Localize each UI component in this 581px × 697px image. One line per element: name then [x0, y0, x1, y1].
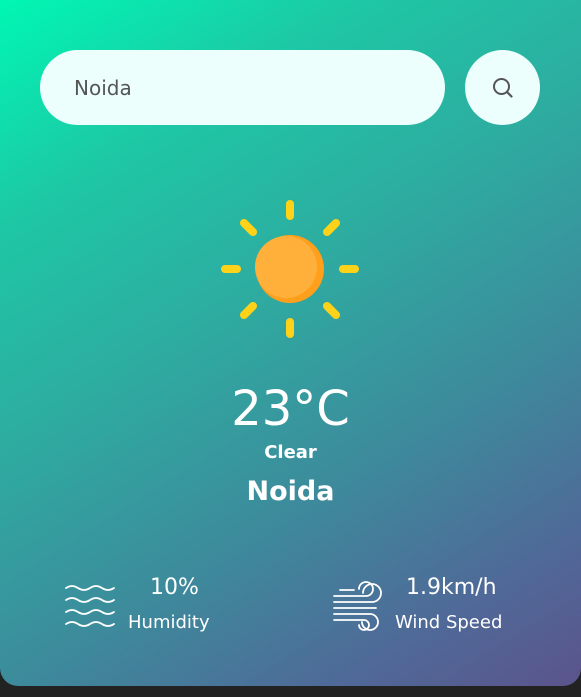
wind-speed-label: Wind Speed	[395, 612, 503, 633]
search-icon	[491, 76, 515, 100]
weather-card: 23°C Clear Noida 10% Humidity	[0, 0, 581, 686]
search-input[interactable]	[72, 74, 416, 101]
humidity-value: 10%	[150, 575, 199, 600]
search-field[interactable]	[40, 50, 445, 125]
wind-icon	[332, 580, 384, 636]
city-name: Noida	[246, 476, 335, 507]
humidity-icon	[64, 584, 116, 632]
temperature: 23°C	[231, 381, 350, 437]
weather-condition: Clear	[264, 442, 317, 463]
search-button[interactable]	[465, 50, 540, 125]
humidity-label: Humidity	[128, 612, 210, 633]
sun-icon	[220, 199, 360, 339]
wind-speed-value: 1.9km/h	[406, 575, 497, 600]
